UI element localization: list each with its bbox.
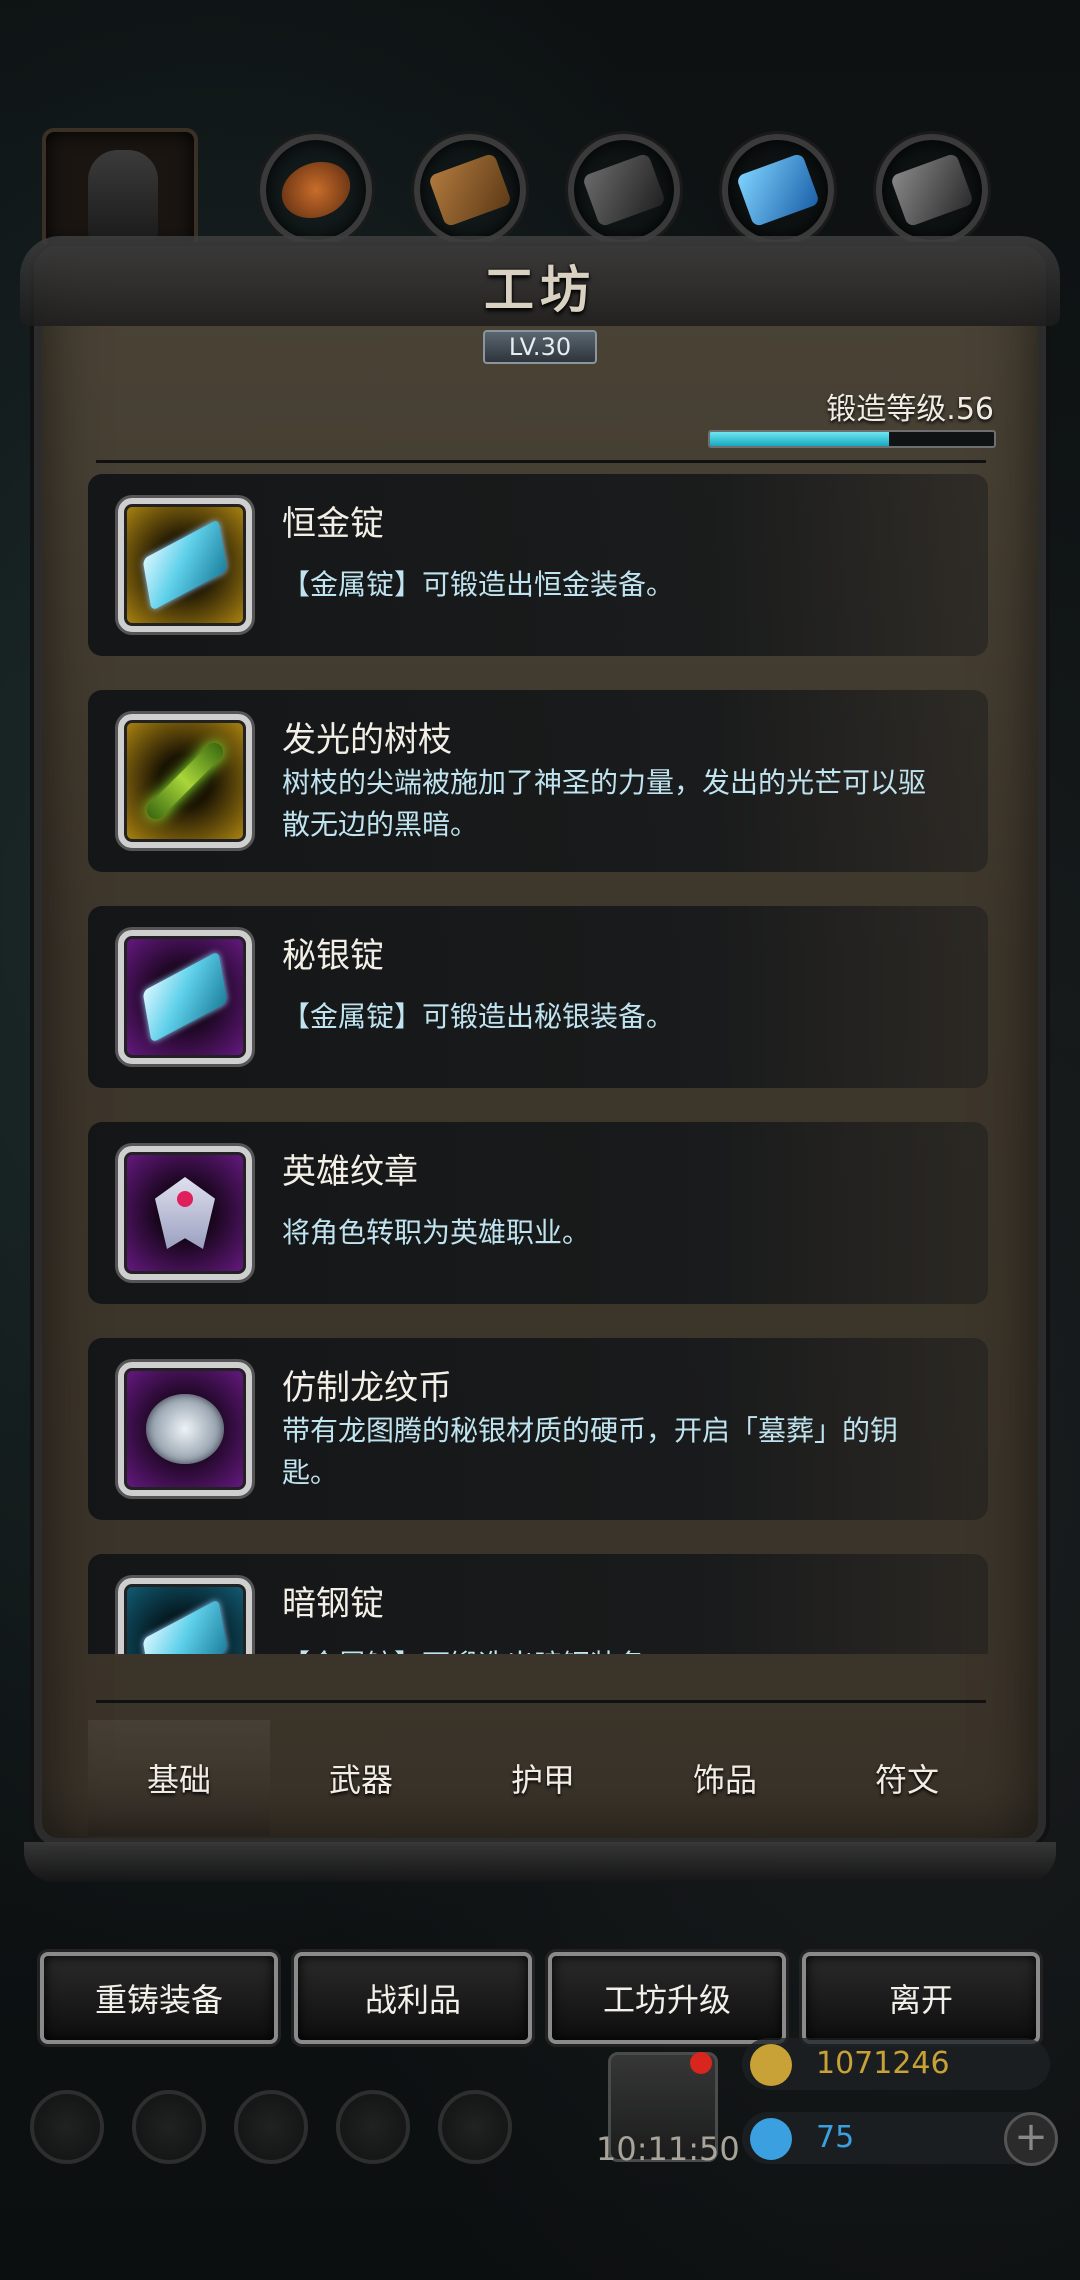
panel-footer-ornament [24,1842,1056,1882]
item-frame [118,930,252,1064]
item-desc: 【金属锭】可锻造出秘银装备。 [282,1000,675,1033]
forge-progress-bar [708,430,996,448]
gold-value: 1071246 [816,2046,950,2081]
list-item[interactable]: 发光的树枝 树枝的尖端被施加了神圣的力量，发出的光芒可以驱散无边的黑暗。 [88,690,988,872]
wood-icon[interactable] [414,134,526,246]
item-desc: 带有龙图腾的秘银材质的硬币，开启「墓葬」的钥匙。 [282,1414,899,1489]
list-item[interactable]: 仿制龙纹币 带有龙图腾的秘银材质的硬币，开启「墓葬」的钥匙。 [88,1338,988,1520]
workshop-upgrade-button[interactable]: 工坊升级 [548,1952,786,2044]
action-bar: 重铸装备 战利品 工坊升级 离开 [40,1952,1040,2046]
item-frame [118,1362,252,1496]
divider [96,460,986,463]
ingot-icon [142,518,228,612]
item-desc: 树枝的尖端被施加了神圣的力量，发出的光芒可以驱散无边的黑暗。 [282,766,927,841]
forge-progress-fill [710,432,889,446]
list-item[interactable]: 暗钢锭 【金属锭】可锻造出暗钢装备。 [88,1554,988,1654]
hud-menu [30,2090,530,2170]
gem-value: 75 [816,2120,855,2155]
item-frame [118,1578,252,1654]
item-frame [118,714,252,848]
page-title: 工坊 [484,260,596,319]
item-desc: 【金属锭】可锻造出暗钢装备。 [282,1644,942,1654]
tab-weapons[interactable]: 武器 [270,1720,452,1836]
iron-plate-icon[interactable] [568,134,680,246]
steel-icon[interactable] [876,134,988,246]
glowing-branch-icon [143,739,227,823]
tab-armor[interactable]: 护甲 [452,1720,634,1836]
category-tabs: 基础 武器 护甲 饰品 符文 [88,1720,998,1836]
item-name: 仿制龙纹币 [282,1368,452,1408]
tab-runes[interactable]: 符文 [816,1720,998,1836]
leave-button[interactable]: 离开 [802,1952,1040,2044]
list-item[interactable]: 秘银锭 【金属锭】可锻造出秘银装备。 [88,906,988,1088]
item-frame [118,498,252,632]
gold-coin-icon [750,2044,792,2086]
crystal-icon[interactable] [722,134,834,246]
gift-timer: 10:11:50 [596,2130,740,2168]
dragon-coin-icon [146,1394,224,1464]
hero-helmet-icon[interactable] [42,128,198,250]
divider [96,1700,986,1703]
level-badge: LV.30 [483,330,597,364]
shop-icon[interactable] [234,2090,308,2164]
gold-counter: 1071246 [742,2038,1050,2090]
item-list[interactable]: 恒金锭 【金属锭】可锻造出恒金装备。 发光的树枝 树枝的尖端被施加了神圣的力量，… [88,474,988,1654]
tab-accessories[interactable]: 饰品 [634,1720,816,1836]
list-item[interactable]: 英雄纹章 将角色转职为英雄职业。 [88,1122,988,1304]
list-item[interactable]: 恒金锭 【金属锭】可锻造出恒金装备。 [88,474,988,656]
hero-emblem-icon [155,1177,215,1249]
item-name: 发光的树枝 [282,720,452,760]
star-icon[interactable] [132,2090,206,2164]
knight-portrait [88,150,158,240]
item-name: 秘银锭 [282,936,384,976]
mail-icon[interactable] [336,2090,410,2164]
settings-icon[interactable] [30,2090,104,2164]
tab-basic[interactable]: 基础 [88,1720,270,1836]
ore-icon[interactable] [260,134,372,246]
ingot-icon [142,950,228,1044]
ingot-icon [142,1598,228,1654]
gem-icon [750,2118,792,2160]
forge-level-label: 锻造等级.56 [826,392,994,427]
add-currency-button[interactable]: + [1004,2112,1058,2166]
item-desc: 将角色转职为英雄职业。 [282,1216,591,1249]
top-tab-bar [0,128,1080,250]
item-name: 恒金锭 [282,504,384,544]
item-name: 暗钢锭 [282,1584,384,1624]
item-name: 英雄纹章 [282,1152,418,1192]
item-frame [118,1146,252,1280]
reforge-button[interactable]: 重铸装备 [40,1952,278,2044]
loot-button[interactable]: 战利品 [294,1952,532,2044]
chest-icon[interactable] [438,2090,512,2164]
item-desc: 【金属锭】可锻造出恒金装备。 [282,568,675,601]
notification-dot [690,2052,712,2074]
